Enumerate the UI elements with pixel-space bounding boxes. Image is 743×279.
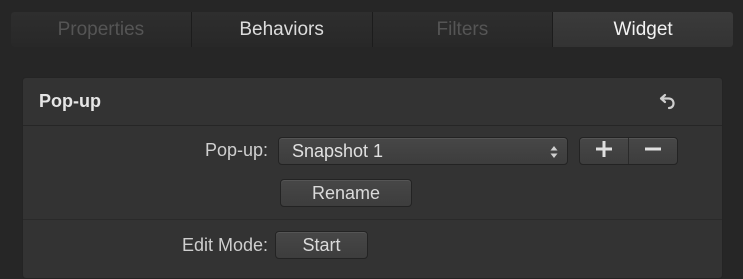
tab-widget[interactable]: Widget xyxy=(553,12,733,47)
add-remove-stepper xyxy=(579,137,678,165)
popup-select[interactable]: Snapshot 1 xyxy=(278,137,568,165)
tab-strip: Properties Behaviors Filters Widget xyxy=(11,12,733,47)
section-divider xyxy=(23,219,722,220)
inspector-tab-bar: Properties Behaviors Filters Widget xyxy=(0,0,743,59)
remove-button[interactable] xyxy=(629,138,677,164)
plus-icon xyxy=(596,140,612,162)
tab-filters[interactable]: Filters xyxy=(372,12,554,47)
popup-selected-value: Snapshot 1 xyxy=(292,141,384,161)
tab-behaviors[interactable]: Behaviors xyxy=(191,12,373,47)
edit-mode-label: Edit Mode: xyxy=(181,235,268,255)
start-button[interactable]: Start xyxy=(275,231,368,259)
tab-properties[interactable]: Properties xyxy=(11,12,192,47)
panel-header: Pop-up xyxy=(23,78,722,126)
popup-panel: Pop-up Pop-up: Snapshot 1 Rename Edit Mo… xyxy=(22,77,723,279)
up-down-arrows-icon xyxy=(550,145,558,159)
popup-label: Pop-up: xyxy=(204,140,268,160)
add-button[interactable] xyxy=(580,138,629,164)
panel-title: Pop-up xyxy=(39,91,101,111)
rename-button[interactable]: Rename xyxy=(280,179,412,207)
reset-arrow-icon[interactable] xyxy=(659,92,677,110)
minus-icon xyxy=(645,141,661,162)
